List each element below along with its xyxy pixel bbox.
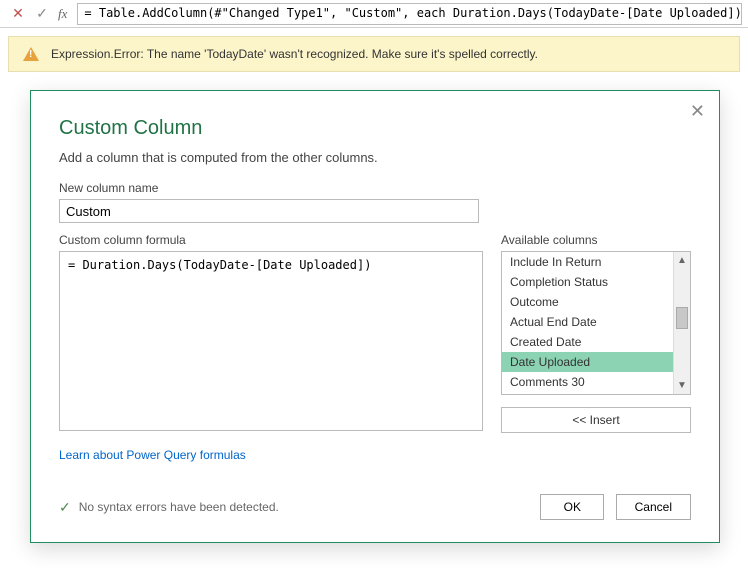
scroll-thumb[interactable] (676, 307, 688, 329)
list-item[interactable]: Outcome (502, 292, 690, 312)
formula-bar-input[interactable]: = Table.AddColumn(#"Changed Type1", "Cus… (77, 3, 742, 25)
new-column-label: New column name (59, 181, 691, 195)
cancel-button[interactable]: Cancel (616, 494, 691, 520)
fx-icon: fx (54, 6, 71, 22)
status-text: No syntax errors have been detected. (79, 500, 279, 514)
warning-icon (23, 47, 39, 61)
available-columns-list[interactable]: Include In ReturnCompletion StatusOutcom… (501, 251, 691, 395)
custom-column-dialog: ✕ Custom Column Add a column that is com… (30, 90, 720, 543)
list-item[interactable]: Include In Return (502, 252, 690, 272)
list-item[interactable]: Completion Status (502, 272, 690, 292)
close-icon[interactable]: ✕ (690, 101, 705, 122)
list-item[interactable]: Actual End Date (502, 312, 690, 332)
insert-button[interactable]: << Insert (501, 407, 691, 433)
list-item[interactable]: Date Uploaded (502, 352, 690, 372)
dialog-subtitle: Add a column that is computed from the o… (59, 150, 691, 165)
formula-bar: ✕ ✓ fx = Table.AddColumn(#"Changed Type1… (0, 0, 748, 28)
scroll-down-icon[interactable]: ▼ (674, 377, 690, 394)
error-banner: Expression.Error: The name 'TodayDate' w… (8, 36, 740, 72)
scrollbar[interactable]: ▲ ▼ (673, 252, 690, 394)
list-item[interactable]: Created Date (502, 332, 690, 352)
formula-textarea[interactable] (59, 251, 483, 431)
formula-cancel-icon[interactable]: ✕ (6, 3, 30, 25)
formula-label: Custom column formula (59, 233, 483, 247)
ok-button[interactable]: OK (540, 494, 604, 520)
list-item[interactable]: Comments 30 (502, 372, 690, 392)
formula-confirm-icon[interactable]: ✓ (30, 3, 54, 25)
available-columns-label: Available columns (501, 233, 691, 247)
learn-link[interactable]: Learn about Power Query formulas (59, 448, 246, 462)
error-text: Expression.Error: The name 'TodayDate' w… (51, 47, 538, 61)
dialog-title: Custom Column (59, 117, 691, 140)
new-column-input[interactable] (59, 199, 479, 223)
status: ✓ No syntax errors have been detected. (59, 499, 279, 516)
check-icon: ✓ (59, 499, 71, 516)
scroll-up-icon[interactable]: ▲ (674, 252, 690, 269)
